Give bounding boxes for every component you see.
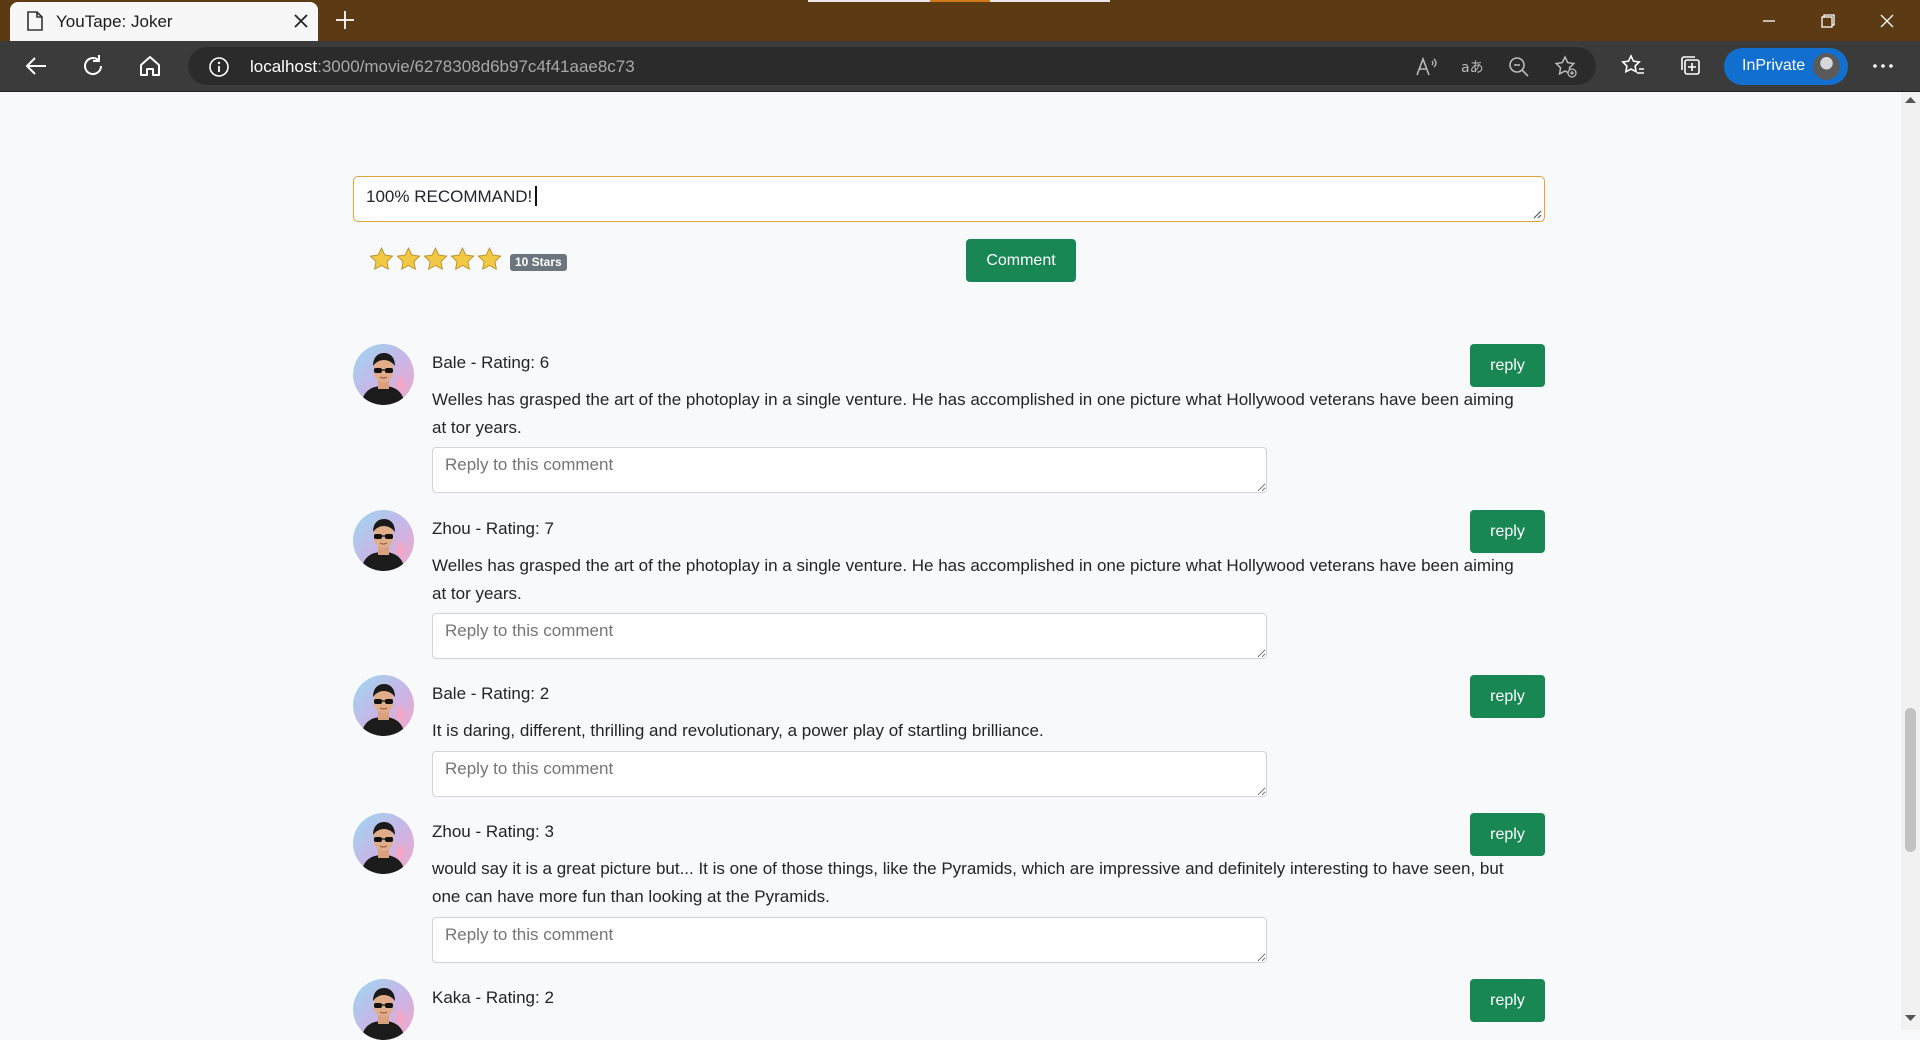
translate-icon[interactable]: aあ xyxy=(1460,55,1484,79)
collections-icon[interactable] xyxy=(1678,53,1704,79)
read-aloud-icon[interactable] xyxy=(1414,55,1438,79)
comment-header: Zhou - Rating: 7 xyxy=(432,519,554,538)
info-icon[interactable] xyxy=(208,56,230,78)
reply-button[interactable]: reply xyxy=(1470,344,1545,387)
comment-text: It is daring, different, thrilling and r… xyxy=(432,721,1044,740)
star-icon[interactable] xyxy=(476,246,503,273)
comment-text: Welles has grasped the art of the photop… xyxy=(432,556,1514,603)
comment-text: Welles has grasped the art of the photop… xyxy=(432,390,1514,437)
stars-badge: 10 Stars xyxy=(510,254,567,271)
user-avatar xyxy=(353,979,414,1040)
browser-navbar: localhost:3000/movie/6278308d6b97c4f41aa… xyxy=(0,41,1920,92)
star-icon[interactable] xyxy=(422,246,449,273)
browser-titlebar: YouTape: Joker xyxy=(0,0,1920,41)
resize-grip-icon[interactable] xyxy=(1532,209,1542,219)
user-avatar xyxy=(353,675,414,736)
inprivate-button[interactable]: InPrivate xyxy=(1724,48,1848,85)
star-icon[interactable] xyxy=(368,246,395,273)
comment-header: Kaka - Rating: 2 xyxy=(432,988,554,1007)
profile-avatar xyxy=(1811,51,1842,82)
window-close-icon[interactable] xyxy=(1862,6,1912,36)
favorite-add-icon[interactable] xyxy=(1554,55,1578,79)
back-icon[interactable] xyxy=(24,53,50,79)
page-icon xyxy=(27,11,43,31)
comment-header: Bale - Rating: 6 xyxy=(432,353,550,372)
inprivate-label: InPrivate xyxy=(1742,57,1806,74)
reply-input[interactable] xyxy=(432,751,1267,797)
url-text[interactable]: localhost:3000/movie/6278308d6b97c4f41aa… xyxy=(250,57,635,77)
comment-header: Bale - Rating: 2 xyxy=(432,684,550,703)
plus-icon[interactable] xyxy=(333,8,357,32)
reply-button[interactable]: reply xyxy=(1470,510,1545,553)
comment-header: Zhou - Rating: 3 xyxy=(432,822,554,841)
reply-button[interactable]: reply xyxy=(1470,813,1545,856)
star-icon[interactable] xyxy=(395,246,422,273)
comment-text: would say it is a great picture but... I… xyxy=(432,859,1504,906)
reply-input[interactable] xyxy=(432,447,1267,493)
address-bar[interactable]: localhost:3000/movie/6278308d6b97c4f41aa… xyxy=(188,47,1596,85)
user-avatar xyxy=(353,813,414,874)
close-icon[interactable] xyxy=(292,12,310,30)
star-icon[interactable] xyxy=(449,246,476,273)
minimize-icon[interactable] xyxy=(1744,6,1794,36)
comment-textarea-value: 100% RECOMMAND! xyxy=(366,187,533,206)
more-icon[interactable] xyxy=(1870,53,1896,79)
scroll-thumb[interactable] xyxy=(1905,708,1916,852)
star-rating[interactable] xyxy=(368,246,503,274)
reply-input[interactable] xyxy=(432,917,1267,963)
reply-input[interactable] xyxy=(432,613,1267,659)
zoom-out-icon[interactable] xyxy=(1507,55,1531,79)
scroll-down-icon[interactable] xyxy=(1905,1014,1916,1022)
user-avatar xyxy=(353,510,414,571)
scroll-up-icon[interactable] xyxy=(1905,96,1916,104)
restore-icon[interactable] xyxy=(1802,6,1852,36)
text-caret xyxy=(535,186,538,206)
user-avatar xyxy=(353,344,414,405)
svg-text:aあ: aあ xyxy=(1461,60,1484,76)
page-scrollbar[interactable] xyxy=(1901,92,1920,1030)
home-icon[interactable] xyxy=(137,53,163,79)
reply-button[interactable]: reply xyxy=(1470,979,1545,1022)
comment-button[interactable]: Comment xyxy=(966,239,1076,282)
comment-textarea[interactable]: 100% RECOMMAND! xyxy=(353,176,1545,222)
refresh-icon[interactable] xyxy=(80,53,106,79)
reply-button[interactable]: reply xyxy=(1470,675,1545,718)
tab-title: YouTape: Joker xyxy=(56,12,173,31)
browser-tab[interactable]: YouTape: Joker xyxy=(10,2,318,41)
title-highlight xyxy=(808,0,1110,2)
favorites-icon[interactable] xyxy=(1620,53,1646,79)
